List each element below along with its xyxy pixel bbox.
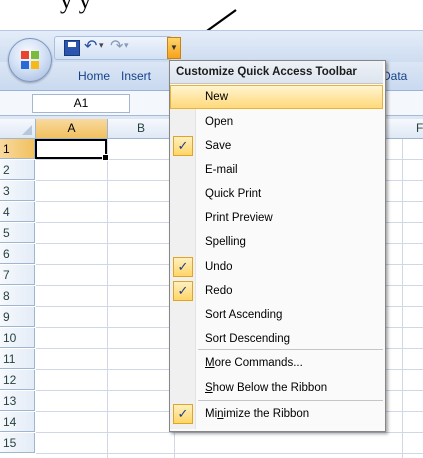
menu-item-minimize-the-ribbon[interactable]: Minimize the Ribbon bbox=[170, 402, 383, 426]
row-header-2[interactable]: 2 bbox=[0, 160, 35, 180]
menu-item-new[interactable]: New bbox=[170, 85, 383, 109]
menu-item-save[interactable]: Save bbox=[170, 134, 383, 158]
checkmark-icon: ✓ bbox=[173, 257, 193, 277]
grid-line bbox=[36, 453, 423, 454]
menu-item-undo[interactable]: Undo bbox=[170, 255, 383, 279]
menu-item-label: ore Commands... bbox=[214, 357, 303, 369]
select-all-corner[interactable] bbox=[0, 119, 36, 138]
menu-item-label: how Below the Ribbon bbox=[212, 382, 328, 394]
row-header-14[interactable]: 14 bbox=[0, 412, 35, 432]
row-header-11[interactable]: 11 bbox=[0, 349, 35, 369]
grid-line bbox=[36, 432, 423, 433]
redo-dropdown-icon[interactable]: ▾ bbox=[124, 40, 129, 51]
row-header-6[interactable]: 6 bbox=[0, 244, 35, 264]
access-key: M bbox=[205, 357, 215, 369]
grid-line bbox=[402, 139, 403, 458]
caption-text: y y bbox=[60, 0, 92, 14]
row-header-15[interactable]: 15 bbox=[0, 433, 35, 453]
dropdown-arrow-icon: ▼ bbox=[170, 43, 178, 52]
row-header-10[interactable]: 10 bbox=[0, 328, 35, 348]
row-header-5[interactable]: 5 bbox=[0, 223, 35, 243]
customize-qat-button[interactable]: ▼ bbox=[167, 37, 181, 59]
row-header-4[interactable]: 4 bbox=[0, 202, 35, 222]
menu-title: Customize Quick Access Toolbar bbox=[170, 61, 383, 84]
column-header-b[interactable]: B bbox=[108, 119, 175, 138]
name-box[interactable]: A1 bbox=[32, 94, 130, 113]
undo-icon[interactable]: ↶ bbox=[84, 36, 97, 56]
checkmark-icon: ✓ bbox=[173, 136, 193, 156]
menu-item-sort-descending[interactable]: Sort Descending bbox=[170, 327, 383, 351]
row-header-9[interactable]: 9 bbox=[0, 307, 35, 327]
menu-separator bbox=[198, 349, 383, 350]
tab-home[interactable]: Home bbox=[78, 69, 110, 83]
office-logo-icon bbox=[21, 51, 39, 69]
row-header-3[interactable]: 3 bbox=[0, 181, 35, 201]
redo-icon[interactable]: ↷ bbox=[110, 36, 123, 56]
menu-item-quick-print[interactable]: Quick Print bbox=[170, 182, 383, 206]
column-header-f[interactable]: F bbox=[402, 119, 423, 138]
menu-item-e-mail[interactable]: E-mail bbox=[170, 158, 383, 182]
checkmark-icon: ✓ bbox=[173, 404, 193, 424]
menu-item-sort-ascending[interactable]: Sort Ascending bbox=[170, 303, 383, 327]
menu-item-label: Mi bbox=[205, 408, 218, 420]
menu-item-redo[interactable]: Redo bbox=[170, 279, 383, 303]
menu-item-print-preview[interactable]: Print Preview bbox=[170, 206, 383, 230]
save-icon[interactable] bbox=[64, 40, 80, 56]
access-key: S bbox=[205, 382, 213, 394]
menu-item-open[interactable]: Open bbox=[170, 110, 383, 134]
column-header-a[interactable]: A bbox=[36, 119, 108, 138]
menu-separator bbox=[198, 400, 383, 401]
checkmark-icon: ✓ bbox=[173, 281, 193, 301]
row-header-7[interactable]: 7 bbox=[0, 265, 35, 285]
menu-item-show-below-the-ribbon[interactable]: Show Below the Ribbon bbox=[170, 376, 383, 400]
row-header-12[interactable]: 12 bbox=[0, 370, 35, 390]
row-header-8[interactable]: 8 bbox=[0, 286, 35, 306]
menu-item-label: imize the Ribbon bbox=[223, 408, 310, 420]
undo-dropdown-icon[interactable]: ▾ bbox=[99, 40, 104, 51]
active-cell-a1[interactable] bbox=[35, 139, 109, 161]
menu-item-more-commands[interactable]: More Commands... bbox=[170, 351, 383, 375]
grid-line bbox=[107, 139, 108, 458]
row-header-13[interactable]: 13 bbox=[0, 391, 35, 411]
tab-insert[interactable]: Insert bbox=[121, 69, 151, 83]
row-header-1[interactable]: 1 bbox=[0, 139, 35, 159]
menu-item-spelling[interactable]: Spelling bbox=[170, 230, 383, 254]
